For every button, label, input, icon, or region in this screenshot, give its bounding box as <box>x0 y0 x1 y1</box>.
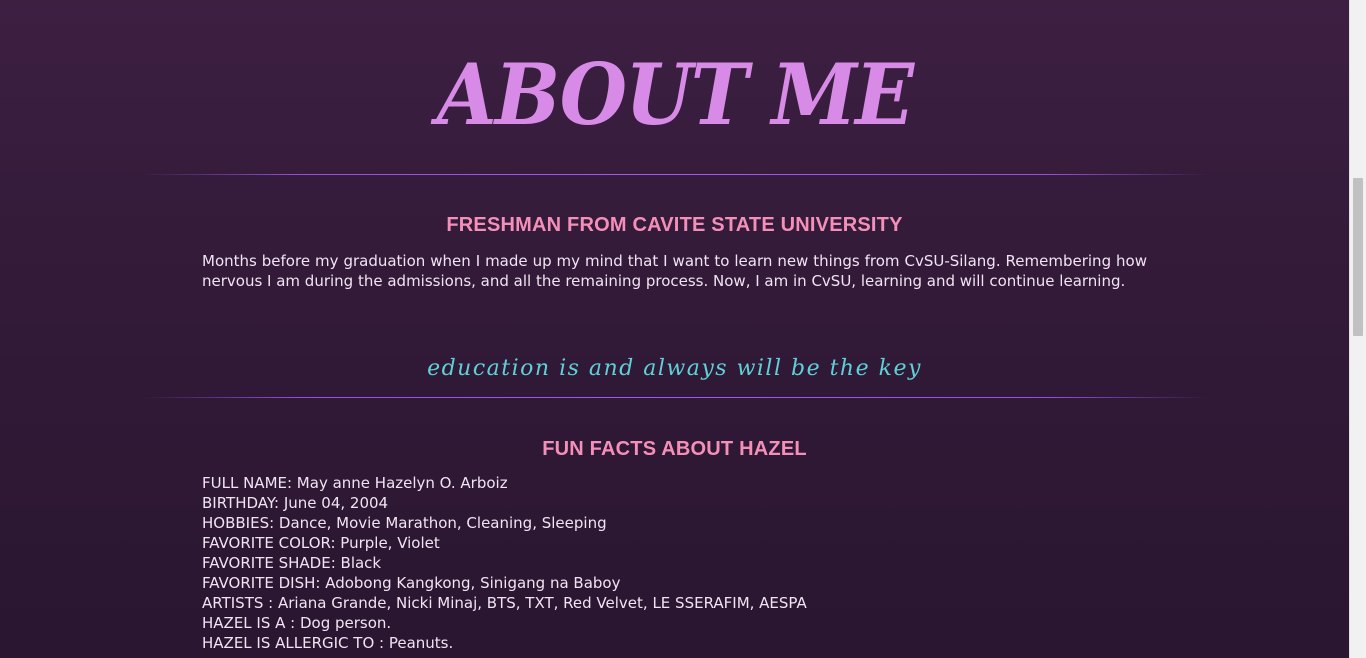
fact-favorite-color: FAVORITE COLOR: Purple, Violet <box>202 534 440 552</box>
fact-hazel-is-a: HAZEL IS A : Dog person. <box>202 614 392 632</box>
vertical-scrollbar[interactable] <box>1349 0 1366 658</box>
fact-full-name: FULL NAME: May anne Hazelyn O. Arboiz <box>202 474 508 492</box>
divider-middle <box>142 397 1208 398</box>
fact-birthday: BIRTHDAY: June 04, 2004 <box>202 494 389 512</box>
fact-hobbies: HOBBIES: Dance, Movie Marathon, Cleaning… <box>202 514 607 532</box>
about-paragraph: Months before my graduation when I made … <box>202 252 1147 290</box>
fact-artists: ARTISTS : Ariana Grande, Nicki Minaj, BT… <box>202 594 807 612</box>
about-heading: FRESHMAN FROM CAVITE STATE UNIVERSITY <box>446 214 903 236</box>
fun-facts-list: FULL NAME: May anne Hazelyn O. Arboiz BI… <box>202 473 807 653</box>
tagline: education is and always will be the key <box>427 356 922 381</box>
fact-allergic-to: HAZEL IS ALLERGIC TO : Peanuts. <box>202 634 454 652</box>
fun-facts-heading: FUN FACTS ABOUT HAZEL <box>542 438 807 460</box>
scrollbar-thumb[interactable] <box>1353 178 1363 336</box>
page: ABOUT ME FRESHMAN FROM CAVITE STATE UNIV… <box>0 0 1349 658</box>
about-me-title: ABOUT ME <box>436 45 914 144</box>
divider-top <box>142 174 1208 175</box>
fact-favorite-shade: FAVORITE SHADE: Black <box>202 554 382 572</box>
fact-favorite-dish: FAVORITE DISH: Adobong Kangkong, Sinigan… <box>202 574 621 592</box>
